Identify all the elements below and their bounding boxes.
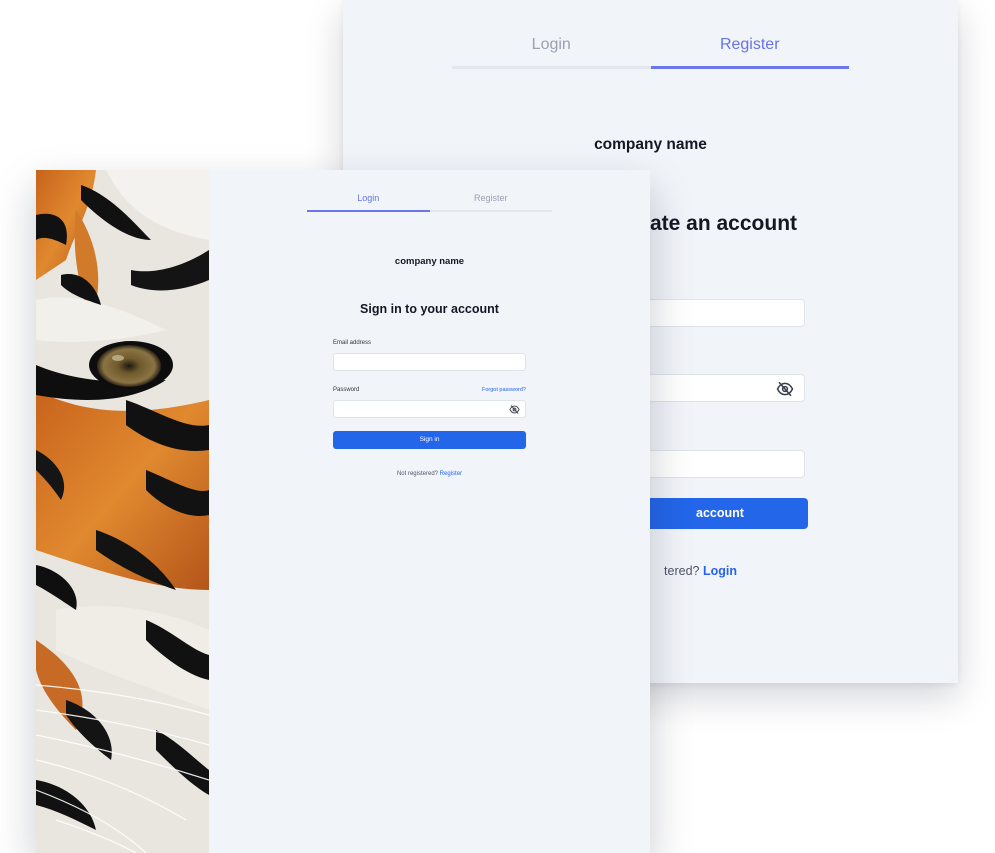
login-card: Login Register company name Sign in to y…: [36, 170, 650, 853]
eye-slash-icon[interactable]: [509, 404, 520, 415]
password-label: Password: [333, 387, 360, 393]
forgot-password-link[interactable]: Forgot password?: [482, 387, 526, 393]
page-title: Sign in to your account: [360, 302, 499, 316]
company-name: company name: [594, 136, 707, 153]
register-card-tabs: Login Register: [452, 28, 849, 69]
tab-login[interactable]: Login: [307, 190, 430, 212]
tab-register[interactable]: Register: [650, 28, 850, 69]
not-registered-text: Not registered?: [396, 471, 440, 477]
email-field[interactable]: [333, 353, 526, 371]
eye-slash-icon[interactable]: [776, 380, 794, 398]
login-link[interactable]: Login: [703, 564, 737, 578]
email-label: Email address: [333, 340, 372, 346]
login-card-tabs: Login Register: [307, 190, 552, 212]
tab-login[interactable]: Login: [452, 28, 651, 66]
login-panel: Login Register company name Sign in to y…: [209, 170, 650, 853]
password-field[interactable]: [333, 400, 526, 418]
register-link[interactable]: Register: [440, 471, 462, 477]
tiger-photo: [36, 170, 209, 853]
tab-register[interactable]: Register: [430, 190, 553, 210]
register-prompt: Not registered? Register: [333, 471, 526, 477]
sign-in-button[interactable]: Sign in: [333, 431, 526, 449]
company-name: company name: [394, 256, 465, 267]
